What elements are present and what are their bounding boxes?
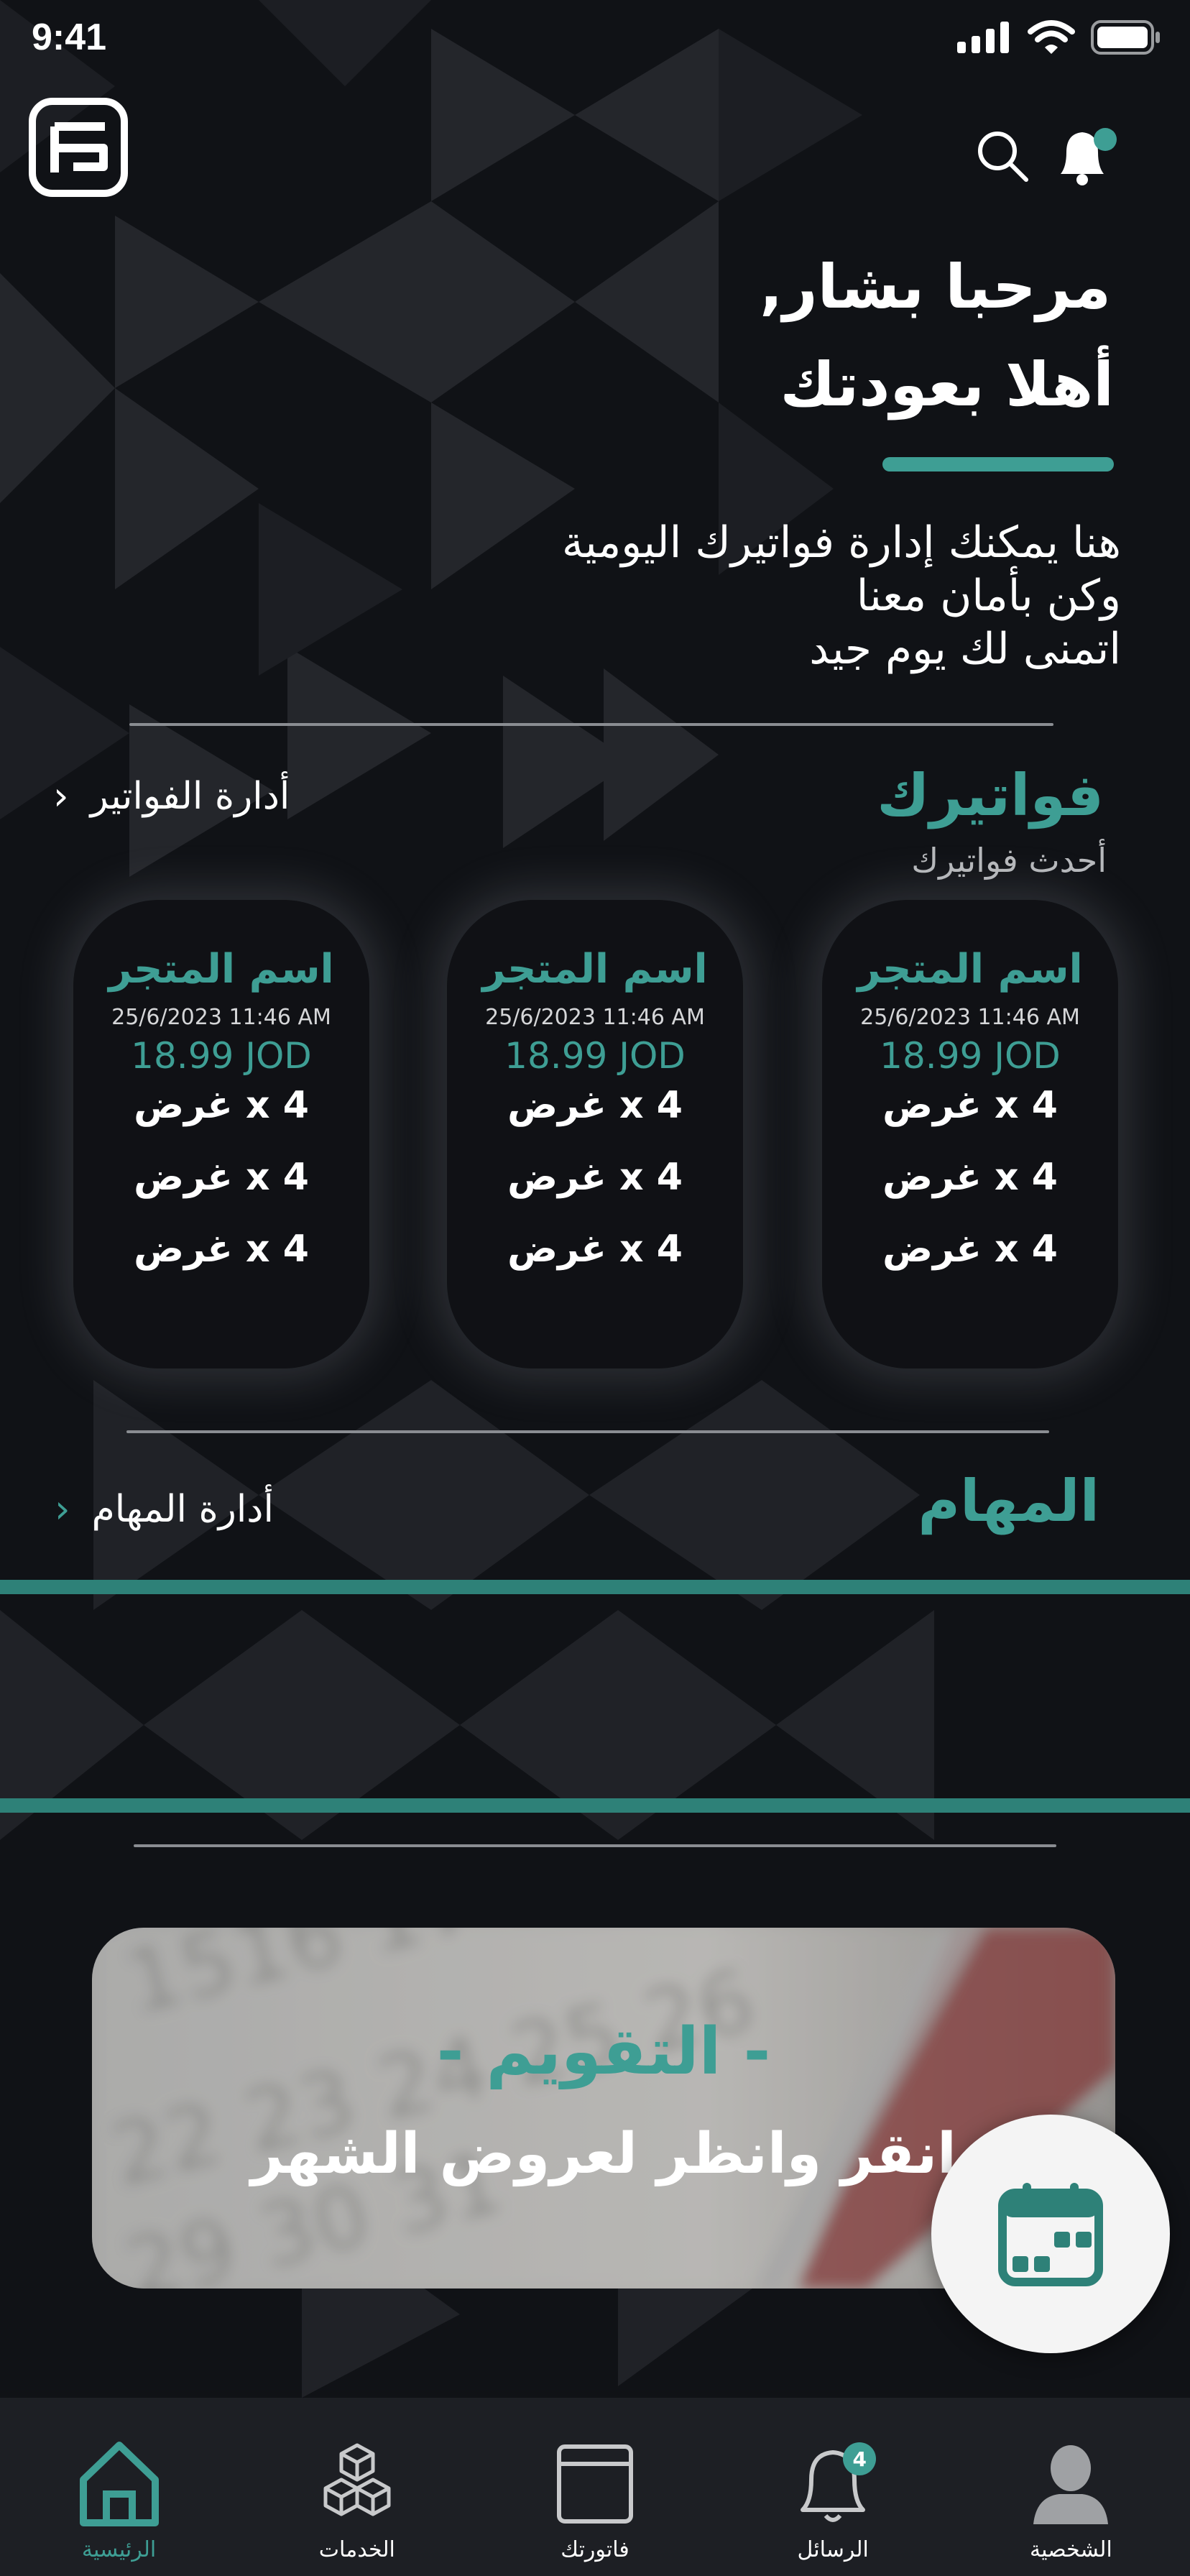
signal-icon [957, 22, 1009, 53]
divider-2 [126, 1430, 1049, 1433]
person-icon [1033, 2445, 1109, 2524]
card-item: 4 x غرض [882, 1156, 1058, 1199]
calendar-title: - التقويم - [436, 2014, 771, 2089]
manage-tasks-label: أدارة المهام [91, 1487, 274, 1531]
card-item: 4 x غرض [134, 1156, 309, 1199]
card-item: 4 x غرض [882, 1228, 1058, 1271]
divider-3 [134, 1844, 1056, 1847]
card-total: 18.99 JOD [131, 1035, 312, 1077]
chevron-left-icon: ‹ [53, 773, 69, 819]
bottom-nav: الرئيسية الخدمات فاتورتك 4 الرسائل الشخص… [0, 2398, 1190, 2576]
chevron-left-icon: ‹ [55, 1486, 70, 1532]
tasks-title: المهام [918, 1468, 1099, 1535]
intro-text: هنا يمكنك إدارة فواتيرك اليومية وكن بأما… [562, 516, 1121, 676]
card-store-name: اسم المتجر [109, 946, 334, 993]
greeting-line-1: مرحبا بشار, [760, 252, 1111, 322]
messages-badge: 4 [843, 2442, 877, 2475]
invoice-card[interactable]: اسم المتجر 25/6/2023 11:46 AM 18.99 JOD … [447, 900, 743, 1368]
greeting-line-2: أهلا بعودتك [780, 349, 1114, 420]
nav-label: الرئيسية [81, 2537, 157, 2562]
nav-item-invoice[interactable]: فاتورتك [476, 2398, 714, 2576]
card-date: 25/6/2023 11:46 AM [111, 1005, 331, 1030]
manage-invoices-label: أدارة الفواتير [90, 774, 290, 818]
invoices-title: فواتيرك [877, 762, 1104, 829]
invoices-subtitle: أحدث فواتيرك [911, 841, 1107, 880]
app-logo-icon[interactable] [29, 98, 128, 197]
nav-item-messages[interactable]: 4 الرسائل [714, 2398, 952, 2576]
intro-line-2: وكن بأمان معنا [856, 571, 1121, 621]
card-store-name: اسم المتجر [482, 946, 708, 993]
invoice-window-icon [557, 2444, 633, 2524]
tasks-bottom-line [0, 1798, 1190, 1813]
calendar-icon [998, 2183, 1103, 2286]
home-icon [79, 2442, 159, 2526]
calendar-button[interactable] [931, 2115, 1170, 2353]
card-item: 4 x غرض [507, 1156, 683, 1199]
nav-label: فاتورتك [561, 2537, 629, 2562]
nav-label: الرسائل [797, 2537, 869, 2562]
nav-label: الخدمات [318, 2537, 395, 2562]
tasks-top-line [0, 1580, 1190, 1594]
nav-item-services[interactable]: الخدمات [238, 2398, 476, 2576]
invoice-card[interactable]: اسم المتجر 25/6/2023 11:46 AM 18.99 JOD … [73, 900, 369, 1368]
card-item: 4 x غرض [507, 1228, 683, 1271]
card-date: 25/6/2023 11:46 AM [485, 1005, 705, 1030]
card-total: 18.99 JOD [880, 1035, 1061, 1077]
intro-line-3: اتمنى لك يوم جيد [809, 624, 1121, 674]
status-time: 9:41 [32, 17, 107, 58]
wifi-icon [1028, 20, 1075, 54]
manage-invoices-link[interactable]: أدارة الفواتير ‹ [53, 773, 290, 819]
card-item: 4 x غرض [882, 1084, 1058, 1127]
card-store-name: اسم المتجر [857, 946, 1083, 993]
card-item: 4 x غرض [134, 1228, 309, 1271]
boxes-icon [323, 2443, 391, 2516]
status-icons [957, 20, 1161, 55]
nav-label: الشخصية [1030, 2537, 1112, 2562]
greeting-underline [882, 457, 1114, 472]
card-total: 18.99 JOD [504, 1035, 686, 1077]
search-icon[interactable] [974, 128, 1032, 185]
card-item: 4 x غرض [134, 1084, 309, 1127]
nav-item-home[interactable]: الرئيسية [0, 2398, 238, 2576]
card-date: 25/6/2023 11:46 AM [860, 1005, 1080, 1030]
card-item: 4 x غرض [507, 1084, 683, 1127]
bell-icon[interactable] [1049, 124, 1121, 188]
divider-1 [129, 723, 1053, 726]
invoice-card[interactable]: اسم المتجر 25/6/2023 11:46 AM 18.99 JOD … [822, 900, 1118, 1368]
intro-line-1: هنا يمكنك إدارة فواتيرك اليومية [561, 518, 1121, 568]
battery-icon [1091, 20, 1160, 55]
manage-tasks-link[interactable]: أدارة المهام ‹ [55, 1486, 274, 1532]
nav-item-profile[interactable]: الشخصية [952, 2398, 1190, 2576]
